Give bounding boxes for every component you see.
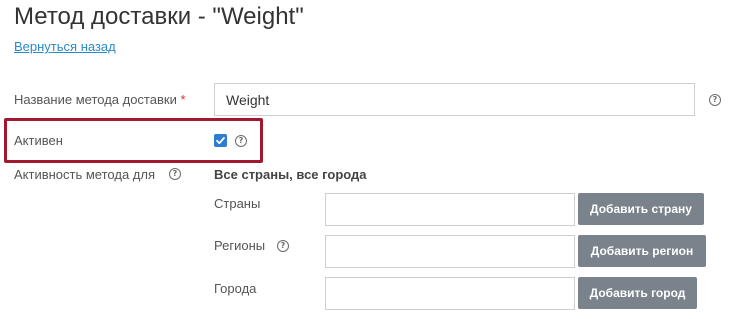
name-input[interactable] bbox=[214, 83, 695, 116]
delivery-method-page: Метод доставки - "Weight" Вернуться наза… bbox=[0, 0, 740, 319]
name-label: Название метода доставки * bbox=[14, 92, 186, 107]
required-mark: * bbox=[180, 92, 186, 107]
page-title: Метод доставки - "Weight" bbox=[14, 3, 304, 30]
check-icon bbox=[216, 137, 225, 145]
regions-help-icon[interactable]: ? bbox=[277, 240, 289, 252]
name-label-text: Название метода доставки bbox=[14, 92, 177, 107]
name-help-icon[interactable]: ? bbox=[709, 94, 721, 106]
back-link[interactable]: Вернуться назад bbox=[14, 39, 116, 54]
regions-input[interactable] bbox=[325, 235, 575, 268]
add-city-button[interactable]: Добавить город bbox=[578, 277, 697, 309]
scope-value: Все страны, все города bbox=[214, 167, 367, 182]
active-help-icon[interactable]: ? bbox=[235, 135, 247, 147]
cities-input[interactable] bbox=[325, 277, 575, 310]
scope-label: Активность метода для bbox=[14, 167, 156, 182]
active-checkbox[interactable] bbox=[214, 134, 227, 147]
cities-label: Города bbox=[214, 281, 257, 296]
add-region-button[interactable]: Добавить регион bbox=[578, 235, 706, 267]
active-label: Активен bbox=[14, 133, 63, 148]
regions-label: Регионы bbox=[214, 238, 266, 253]
add-country-button[interactable]: Добавить страну bbox=[578, 193, 704, 225]
countries-input[interactable] bbox=[325, 193, 575, 226]
scope-help-icon[interactable]: ? bbox=[169, 168, 181, 180]
countries-label: Страны bbox=[214, 196, 261, 211]
